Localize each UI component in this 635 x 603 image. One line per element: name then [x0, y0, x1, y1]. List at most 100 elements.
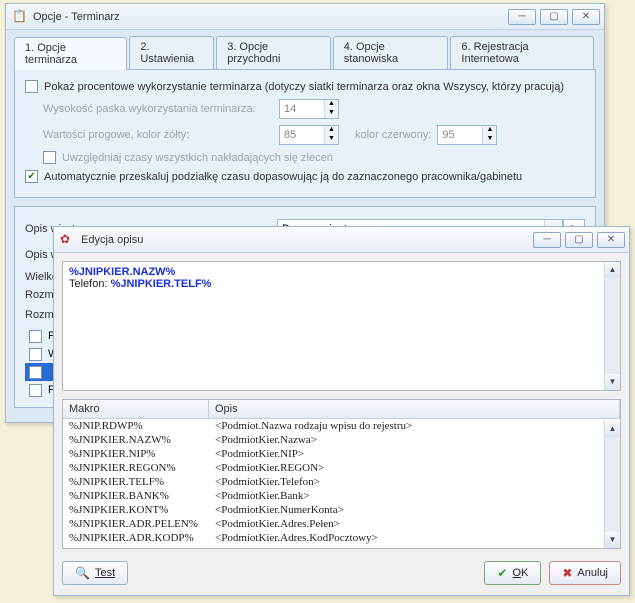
cancel-label: Anuluj: [577, 567, 608, 579]
chk-overlap-label: Uwzględniaj czasy wszystkich nakładający…: [62, 152, 333, 164]
scroll-up-icon[interactable]: ▲: [605, 421, 620, 437]
check-icon: ✔: [497, 566, 507, 580]
spin-up-icon[interactable]: ▲: [324, 100, 338, 109]
cross-icon: ✖: [562, 566, 572, 580]
maximize-button[interactable]: ▢: [540, 9, 568, 25]
cell-opis: <PodmiotKier.Telefon>: [209, 475, 620, 489]
button-bar: 🔍 Test ✔ OK ✖ Anuluj: [54, 555, 629, 593]
scroll-down-icon[interactable]: ▼: [605, 374, 620, 390]
bar-height-spinner[interactable]: ▲▼: [279, 99, 339, 119]
table-row[interactable]: %JNIPKIER.BANK%<PodmiotKier.Bank>: [63, 489, 620, 503]
group-percent: Pokaż procentowe wykorzystanie terminarz…: [14, 69, 596, 198]
table-header: Makro Opis: [63, 400, 620, 419]
threshold-red-label: kolor czerwony:: [355, 129, 431, 141]
chk-autoscale[interactable]: ✔: [25, 170, 38, 183]
th-opis[interactable]: Opis: [209, 400, 620, 418]
editor-text: Telefon:: [69, 278, 111, 290]
tab-opcje-przychodni[interactable]: 3. Opcje przychodni: [216, 36, 331, 69]
ok-button[interactable]: ✔ OK: [484, 561, 541, 585]
cell-makro: %JNIPKIER.TELF%: [63, 475, 209, 489]
macro-table: Makro Opis %JNIP.RDWP%<Podmiot.Nazwa rod…: [62, 399, 621, 549]
table-row[interactable]: %JNIPKIER.KONT%<PodmiotKier.NumerKonta>: [63, 503, 620, 517]
table-row[interactable]: %JNIPKIER.REGON%<PodmiotKier.REGON>: [63, 461, 620, 475]
chk-percent-label: Pokaż procentowe wykorzystanie terminarz…: [44, 81, 564, 93]
cell-makro: %JNIPKIER.ADR.ULIC%: [63, 545, 209, 547]
spin-down-icon[interactable]: ▼: [482, 135, 496, 144]
spin-down-icon[interactable]: ▼: [324, 109, 338, 118]
editor-token: %JNIPKIER.NAZW%: [69, 266, 175, 278]
spin-down-icon[interactable]: ▼: [324, 135, 338, 144]
table-row[interactable]: %JNIPKIER.NAZW%<PodmiotKier.Nazwa>: [63, 433, 620, 447]
chk-percent[interactable]: [25, 80, 38, 93]
list-chk[interactable]: [29, 384, 42, 397]
tab-bar: 1. Opcje terminarza 2. Ustawienia 3. Opc…: [6, 30, 604, 69]
spin-up-icon[interactable]: ▲: [482, 126, 496, 135]
threshold-yellow-spinner[interactable]: ▲▼: [279, 125, 339, 145]
cell-makro: %JNIPKIER.REGON%: [63, 461, 209, 475]
scroll-down-icon[interactable]: ▼: [605, 532, 620, 548]
child-titlebar[interactable]: ✿ Edycja opisu ─ ▢ ✕: [54, 227, 629, 253]
list-chk[interactable]: [29, 330, 42, 343]
main-titlebar[interactable]: 📋 Opcje - Terminarz ─ ▢ ✕: [6, 4, 604, 30]
table-row[interactable]: %JNIPKIER.ADR.KODP%<PodmiotKier.Adres.Ko…: [63, 531, 620, 545]
minimize-button[interactable]: ─: [508, 9, 536, 25]
cell-makro: %JNIPKIER.ADR.PELEN%: [63, 517, 209, 531]
scroll-up-icon[interactable]: ▲: [605, 262, 620, 278]
cell-opis: <PodmiotKier.NIP>: [209, 447, 620, 461]
cancel-button[interactable]: ✖ Anuluj: [549, 561, 621, 585]
chk-overlap[interactable]: [43, 151, 56, 164]
test-button[interactable]: 🔍 Test: [62, 561, 128, 585]
cell-opis: <PodmiotKier.Adres.Pełen>: [209, 517, 620, 531]
editor-scrollbar[interactable]: ▲ ▼: [604, 262, 620, 390]
threshold-red-input[interactable]: [438, 127, 482, 143]
magnifier-icon: 🔍: [75, 566, 90, 580]
main-title: Opcje - Terminarz: [33, 11, 508, 23]
close-button[interactable]: ✕: [572, 9, 600, 25]
tab-opcje-terminarza[interactable]: 1. Opcje terminarza: [14, 37, 127, 70]
threshold-red-spinner[interactable]: ▲▼: [437, 125, 497, 145]
cell-makro: %JNIP.RDWP%: [63, 419, 209, 433]
table-row[interactable]: %JNIPKIER.ADR.PELEN%<PodmiotKier.Adres.P…: [63, 517, 620, 531]
bar-height-label: Wysokość paska wykorzystania terminarza:: [43, 103, 273, 115]
cell-opis: <PodmiotKier.Adres.KodPocztowy>: [209, 531, 620, 545]
child-close-button[interactable]: ✕: [597, 232, 625, 248]
app-icon: 📋: [12, 9, 28, 25]
table-row[interactable]: %JNIPKIER.TELF%<PodmiotKier.Telefon>: [63, 475, 620, 489]
chk-autoscale-label: Automatycznie przeskaluj podziałkę czasu…: [44, 171, 522, 183]
cell-makro: %JNIPKIER.KONT%: [63, 503, 209, 517]
table-body[interactable]: %JNIP.RDWP%<Podmiot.Nazwa rodzaju wpisu …: [63, 419, 620, 547]
bar-height-input[interactable]: [280, 101, 324, 117]
list-chk[interactable]: [29, 366, 42, 379]
cell-makro: %JNIPKIER.NIP%: [63, 447, 209, 461]
child-minimize-button[interactable]: ─: [533, 232, 561, 248]
cell-makro: %JNIPKIER.NAZW%: [63, 433, 209, 447]
tab-opcje-stanowiska[interactable]: 4. Opcje stanowiska: [333, 36, 449, 69]
table-scrollbar[interactable]: ▲ ▼: [604, 421, 620, 548]
child-maximize-button[interactable]: ▢: [565, 232, 593, 248]
list-chk[interactable]: [29, 348, 42, 361]
cell-opis: <Podmiot.Nazwa rodzaju wpisu do rejestru…: [209, 419, 620, 433]
table-row[interactable]: %JNIPKIER.ADR.ULIC%<PodmiotKier.Adres.Ul…: [63, 545, 620, 547]
table-row[interactable]: %JNIP.RDWP%<Podmiot.Nazwa rodzaju wpisu …: [63, 419, 620, 433]
child-title: Edycja opisu: [81, 234, 533, 246]
table-row[interactable]: %JNIPKIER.NIP%<PodmiotKier.NIP>: [63, 447, 620, 461]
tab-rejestracja-internetowa[interactable]: 6. Rejestracja Internetowa: [450, 36, 594, 69]
cell-makro: %JNIPKIER.ADR.KODP%: [63, 531, 209, 545]
editor-textarea[interactable]: %JNIPKIER.NAZW% Telefon: %JNIPKIER.TELF%…: [62, 261, 621, 391]
cell-opis: <PodmiotKier.NumerKonta>: [209, 503, 620, 517]
cell-makro: %JNIPKIER.BANK%: [63, 489, 209, 503]
child-window: ✿ Edycja opisu ─ ▢ ✕ %JNIPKIER.NAZW% Tel…: [53, 226, 630, 596]
th-makro[interactable]: Makro: [63, 400, 209, 418]
test-label: Test: [95, 567, 115, 579]
spin-up-icon[interactable]: ▲: [324, 126, 338, 135]
cell-opis: <PodmiotKier.Nazwa>: [209, 433, 620, 447]
threshold-yellow-input[interactable]: [280, 127, 324, 143]
flower-icon: ✿: [60, 232, 76, 248]
cell-opis: <PodmiotKier.Bank>: [209, 489, 620, 503]
threshold-yellow-label: Wartości progowe, kolor żółty:: [43, 129, 273, 141]
editor-token: %JNIPKIER.TELF%: [111, 278, 212, 290]
ok-label: OK: [512, 567, 528, 579]
cell-opis: <PodmiotKier.Adres.Ulica>: [209, 545, 620, 547]
cell-opis: <PodmiotKier.REGON>: [209, 461, 620, 475]
tab-ustawienia[interactable]: 2. Ustawienia: [129, 36, 214, 69]
